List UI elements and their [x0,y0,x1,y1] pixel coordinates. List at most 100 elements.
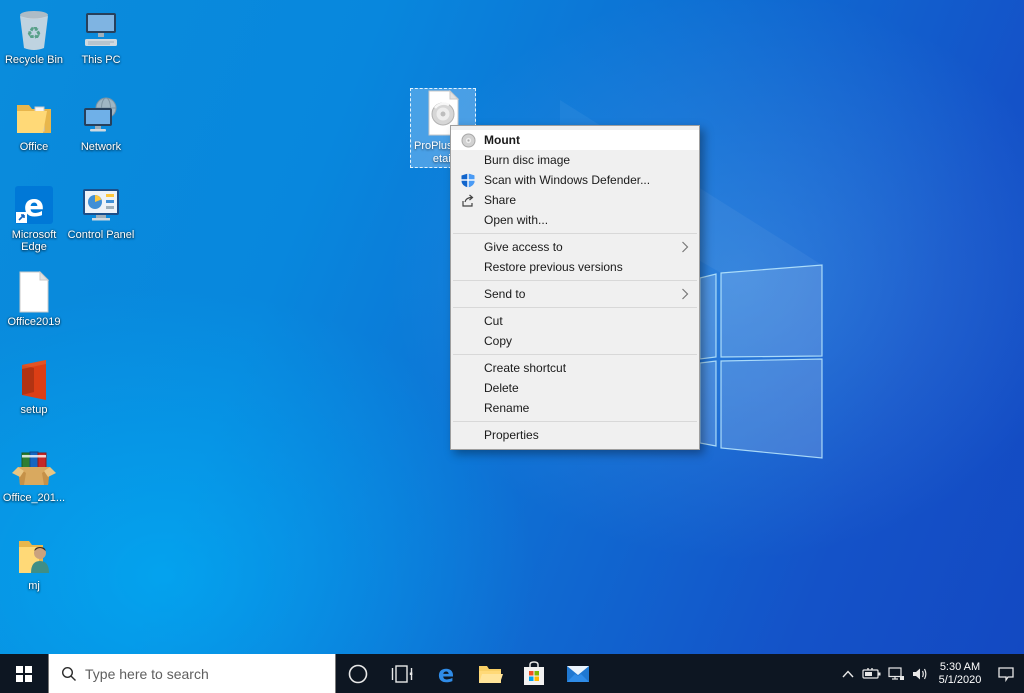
taskbar-button-cortana[interactable] [336,654,380,693]
action-center-icon [997,666,1015,682]
disc-icon [459,132,477,148]
microsoft-store-icon [522,661,546,687]
desktop-icon-this-pc[interactable]: This PC [67,8,135,66]
icon-label: This PC [81,54,120,66]
edge-icon: e [433,661,459,687]
menu-item-copy[interactable]: Copy [451,331,699,351]
menu-item-properties[interactable]: Properties [451,425,699,445]
menu-item-label: Copy [484,334,512,348]
taskbar-button-task-view[interactable] [380,654,424,693]
svg-text:♻: ♻ [26,24,41,44]
menu-separator [453,233,697,234]
menu-item-share[interactable]: Share [451,190,699,210]
empty-icon-slot [459,427,477,443]
mail-icon [565,663,591,685]
system-tray: 5:30 AM 5/1/2020 [836,654,1024,693]
network-icon [79,95,123,139]
context-menu: Mount Burn disc image Scan with Windows … [450,125,700,450]
empty-icon-slot [459,313,477,329]
taskbar-button-edge[interactable]: e [424,654,468,693]
desktop-icon-network[interactable]: Network [67,95,135,153]
office-setup-icon [12,358,56,402]
taskbar-button-file-explorer[interactable] [468,654,512,693]
menu-item-label: Give access to [484,240,563,254]
menu-item-mount[interactable]: Mount [451,130,699,150]
desktop-icon-office-201[interactable]: Office_201... [0,446,68,504]
battery-icon[interactable] [860,654,884,693]
empty-icon-slot [459,286,477,302]
icon-label: Office [20,141,49,153]
document-icon [12,270,56,314]
desktop-icon-control-panel[interactable]: Control Panel [67,183,135,241]
empty-icon-slot [459,152,477,168]
network-icon[interactable] [884,654,908,693]
start-button[interactable] [0,654,48,693]
search-icon [61,666,77,682]
menu-separator [453,280,697,281]
task-view-icon [391,664,413,684]
desktop-icon-recycle-bin[interactable]: ♻ Recycle Bin [0,8,68,66]
menu-item-cut[interactable]: Cut [451,311,699,331]
desktop-icon-mj[interactable]: mj [0,534,68,592]
menu-item-label: Rename [484,401,529,415]
recycle-bin-icon: ♻ [12,8,56,52]
menu-item-burn-disc-image[interactable]: Burn disc image [451,150,699,170]
action-center-button[interactable] [988,654,1024,693]
menu-separator [453,307,697,308]
menu-item-restore-previous-versions[interactable]: Restore previous versions [451,257,699,277]
icon-label: Office2019 [7,316,60,328]
volume-icon[interactable] [908,654,932,693]
box-with-books-icon [12,446,56,490]
empty-icon-slot [459,380,477,396]
menu-item-label: Create shortcut [484,361,566,375]
icon-label: Network [81,141,121,153]
defender-shield-icon [459,172,477,188]
hidden-icons-chevron[interactable] [836,654,860,693]
menu-separator [453,354,697,355]
menu-item-label: Delete [484,381,519,395]
menu-item-label: Share [484,193,516,207]
user-folder-icon [12,534,56,578]
menu-item-rename[interactable]: Rename [451,398,699,418]
icon-label: Recycle Bin [5,54,63,66]
empty-icon-slot [459,212,477,228]
empty-icon-slot [459,400,477,416]
clock-date: 5/1/2020 [932,674,988,687]
folder-icon [12,95,56,139]
desktop-icon-office2019[interactable]: Office2019 [0,270,68,328]
menu-item-label: Burn disc image [484,153,570,167]
desktop-icon-setup[interactable]: setup [0,358,68,416]
submenu-chevron-icon [681,288,689,300]
taskbar-button-mail[interactable] [556,654,600,693]
windows-logo-icon [16,666,32,682]
search-input[interactable] [85,666,305,682]
submenu-chevron-icon [681,241,689,253]
menu-item-create-shortcut[interactable]: Create shortcut [451,358,699,378]
share-icon [459,192,477,208]
desktop-icon-office-folder[interactable]: Office [0,95,68,153]
control-panel-icon [79,183,123,227]
taskbar-search-box[interactable] [48,654,336,693]
taskbar: e [0,654,1024,693]
menu-item-scan-with-windows-defender[interactable]: Scan with Windows Defender... [451,170,699,190]
svg-text:e: e [438,661,454,687]
menu-item-label: Properties [484,428,539,442]
menu-item-open-with[interactable]: Open with... [451,210,699,230]
empty-icon-slot [459,360,477,376]
menu-item-label: Open with... [484,213,548,227]
windows-desktop: ♻ Recycle Bin This PC Offic [0,0,1024,693]
menu-item-delete[interactable]: Delete [451,378,699,398]
icon-label: mj [28,580,40,592]
empty-icon-slot [459,239,477,255]
taskbar-button-microsoft-store[interactable] [512,654,556,693]
menu-item-label: Mount [484,133,520,147]
menu-item-send-to[interactable]: Send to [451,284,699,304]
menu-separator [453,421,697,422]
clock-time: 5:30 AM [932,661,988,674]
taskbar-clock[interactable]: 5:30 AM 5/1/2020 [932,661,988,687]
icon-label: Office_201... [3,492,65,504]
menu-item-label: Cut [484,314,503,328]
menu-item-give-access-to[interactable]: Give access to [451,237,699,257]
desktop-icon-microsoft-edge[interactable]: e Microsoft Edge [0,183,68,253]
empty-icon-slot [459,259,477,275]
